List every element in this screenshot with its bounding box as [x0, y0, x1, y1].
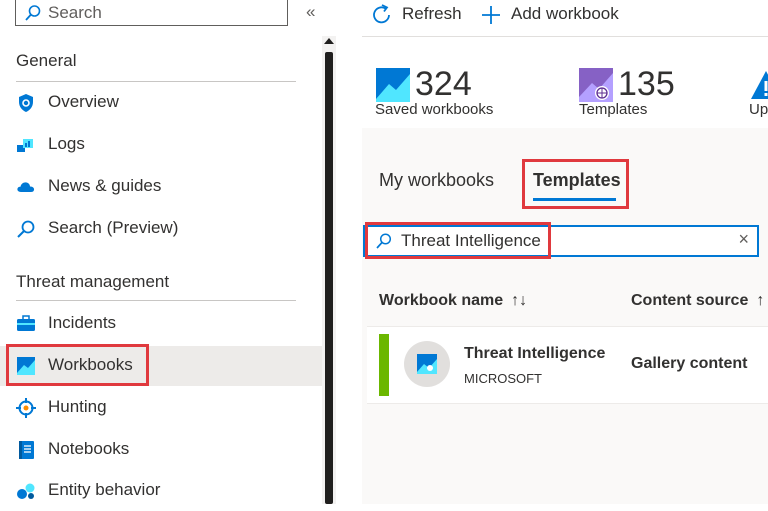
row-publisher: MICROSOFT [464, 371, 542, 386]
column-header-workbook-name[interactable]: Workbook name ↑↓ [379, 292, 527, 310]
highlight-box [6, 344, 149, 386]
target-icon [16, 398, 36, 418]
logs-icon [16, 135, 36, 155]
search-icon [16, 219, 36, 239]
refresh-icon [370, 3, 394, 32]
summary-stats: 324 Saved workbooks 135 Templates Up [362, 37, 768, 127]
section-title-general: General [16, 51, 77, 70]
sidebar-item-hunting[interactable]: Hunting [0, 388, 322, 428]
column-header-label: Workbook name [379, 292, 504, 309]
sidebar-item-label: Entity behavior [48, 480, 161, 499]
sidebar-item-overview[interactable]: Overview [0, 83, 322, 123]
add-workbook-label: Add workbook [511, 4, 619, 23]
sidebar-item-logs[interactable]: Logs [0, 125, 322, 165]
sidebar-item-label: Incidents [48, 313, 117, 332]
scroll-up-arrow-icon[interactable] [324, 38, 334, 44]
sidebar-item-label: Hunting [48, 397, 107, 416]
highlight-box [522, 159, 629, 209]
sidebar-item-search-preview[interactable]: Search (Preview) [0, 209, 322, 249]
section-title-threat-management: Threat management [16, 272, 170, 291]
sort-icon[interactable]: ↑ [756, 292, 764, 309]
sidebar-search-input[interactable]: Search [15, 0, 288, 26]
column-header-label: Content source [631, 292, 749, 309]
sidebar: Search « General Overview Logs News & gu… [0, 0, 322, 504]
stat-value: 324 [415, 65, 472, 103]
column-header-content-source[interactable]: Content source ↑ [631, 292, 764, 310]
sidebar-item-notebooks[interactable]: Notebooks [0, 430, 322, 470]
clear-search-icon[interactable]: × [738, 229, 749, 250]
cloud-icon [16, 177, 36, 197]
add-workbook-button[interactable]: Add workbook [479, 3, 629, 27]
sidebar-item-label: Logs [48, 134, 85, 153]
entity-icon [16, 481, 36, 501]
sidebar-item-news-guides[interactable]: News & guides [0, 167, 322, 207]
sidebar-item-label: Notebooks [48, 439, 130, 458]
sidebar-item-label: News & guides [48, 176, 162, 195]
briefcase-icon [16, 314, 36, 334]
row-status-bar [379, 334, 389, 396]
sidebar-search-placeholder: Search [48, 3, 102, 22]
sidebar-item-label: Overview [48, 92, 119, 111]
highlight-box [365, 222, 551, 259]
refresh-label: Refresh [402, 4, 462, 23]
notebook-icon [16, 440, 36, 460]
tab-my-workbooks[interactable]: My workbooks [379, 170, 494, 191]
command-bar: Refresh Add workbook [362, 0, 768, 37]
scrollbar-thumb[interactable] [325, 52, 333, 504]
stat-value: 135 [618, 65, 675, 103]
refresh-button[interactable]: Refresh [370, 3, 470, 27]
row-content-source: Gallery content [631, 355, 748, 372]
section-divider [16, 300, 296, 301]
workbook-template-icon [404, 341, 450, 387]
search-icon [24, 4, 42, 27]
stat-caption: Up [749, 101, 768, 118]
sidebar-item-entity-behavior[interactable]: Entity behavior [0, 471, 322, 511]
section-divider [16, 81, 296, 82]
stat-caption: Saved workbooks [375, 101, 494, 118]
sort-icon[interactable]: ↑↓ [511, 292, 527, 309]
plus-icon [479, 3, 503, 32]
sidebar-item-label: Search (Preview) [48, 218, 179, 237]
row-workbook-name: Threat Intelligence [464, 345, 606, 362]
sidebar-item-incidents[interactable]: Incidents [0, 304, 322, 344]
collapse-sidebar-icon[interactable]: « [306, 2, 315, 22]
shield-icon [16, 93, 36, 113]
stat-caption: Templates [579, 101, 648, 118]
